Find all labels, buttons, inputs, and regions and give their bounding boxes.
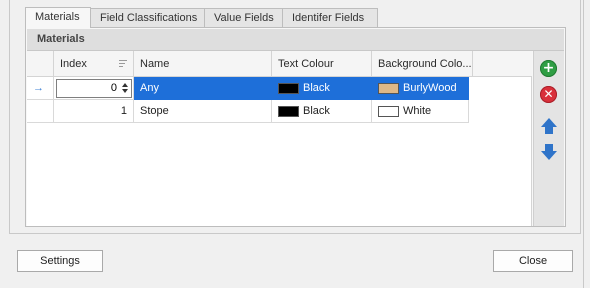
materials-tab-page: Materials Index Name Text Colour Backgro…: [25, 27, 566, 227]
delete-row-button[interactable]: ✕: [539, 85, 559, 105]
index-cell[interactable]: 1: [54, 100, 134, 123]
text-colour-label: Black: [303, 105, 330, 117]
tab-value-fields[interactable]: Value Fields: [205, 8, 283, 28]
index-cell[interactable]: 0: [54, 77, 134, 100]
frame-right-border: [580, 0, 581, 233]
colour-swatch: [378, 106, 399, 117]
close-circle-icon: ✕: [540, 86, 557, 103]
text-colour-label: Black: [303, 82, 330, 94]
row-toolbar: + ✕: [533, 51, 564, 226]
arrow-up-icon: [540, 117, 558, 135]
text-colour-cell[interactable]: Black: [272, 100, 372, 123]
settings-button[interactable]: Settings: [17, 250, 103, 272]
tab-materials[interactable]: Materials: [25, 7, 91, 28]
background-colour-cell[interactable]: BurlyWood: [372, 77, 469, 100]
text-colour-cell[interactable]: Black: [272, 77, 372, 100]
colour-swatch: [278, 83, 299, 94]
materials-grid[interactable]: Index Name Text Colour Background Colo..…: [27, 51, 532, 226]
group-title: Materials: [37, 33, 85, 45]
colour-swatch: [378, 83, 399, 94]
background-colour-cell[interactable]: White: [372, 100, 469, 123]
column-header-text-colour[interactable]: Text Colour: [272, 51, 372, 77]
column-header-index[interactable]: Index: [54, 51, 134, 77]
table-row[interactable]: → 0 Any Black BurlyWood: [27, 77, 469, 100]
row-indicator: →: [27, 77, 54, 100]
tab-field-classifications[interactable]: Field Classifications: [91, 8, 205, 28]
move-up-button[interactable]: [539, 116, 559, 136]
column-header-background-colour[interactable]: Background Colo...: [372, 51, 473, 77]
current-row-arrow-icon: →: [33, 82, 44, 94]
window-right-edge: [583, 0, 584, 288]
group-header: Materials: [27, 29, 564, 51]
spin-up-icon[interactable]: [122, 83, 128, 87]
background-colour-label: White: [403, 105, 432, 117]
plus-circle-icon: +: [540, 60, 557, 77]
sort-icon: [119, 60, 127, 67]
arrow-down-icon: [540, 143, 558, 161]
name-cell[interactable]: Stope: [134, 100, 272, 123]
tab-identifer-fields[interactable]: Identifer Fields: [283, 8, 378, 28]
tab-strip: Materials Field Classifications Value Fi…: [25, 7, 378, 28]
close-button[interactable]: Close: [493, 250, 573, 272]
add-row-button[interactable]: +: [539, 59, 559, 79]
frame-left-border: [9, 0, 10, 233]
index-value: 0: [110, 82, 117, 94]
background-colour-label: BurlyWood: [403, 82, 457, 94]
grid-header: Index Name Text Colour Background Colo..…: [27, 51, 532, 77]
name-cell[interactable]: Any: [134, 77, 272, 100]
spin-buttons[interactable]: [121, 82, 129, 95]
row-indicator-header: [27, 51, 54, 77]
column-header-name[interactable]: Name: [134, 51, 272, 77]
index-spin-editor[interactable]: 0: [56, 79, 132, 98]
move-down-button[interactable]: [539, 142, 559, 162]
table-row[interactable]: 1 Stope Black White: [27, 100, 469, 123]
frame-bottom-border: [9, 233, 581, 234]
colour-swatch: [278, 106, 299, 117]
spin-down-icon[interactable]: [122, 89, 128, 93]
row-indicator: [27, 100, 54, 123]
